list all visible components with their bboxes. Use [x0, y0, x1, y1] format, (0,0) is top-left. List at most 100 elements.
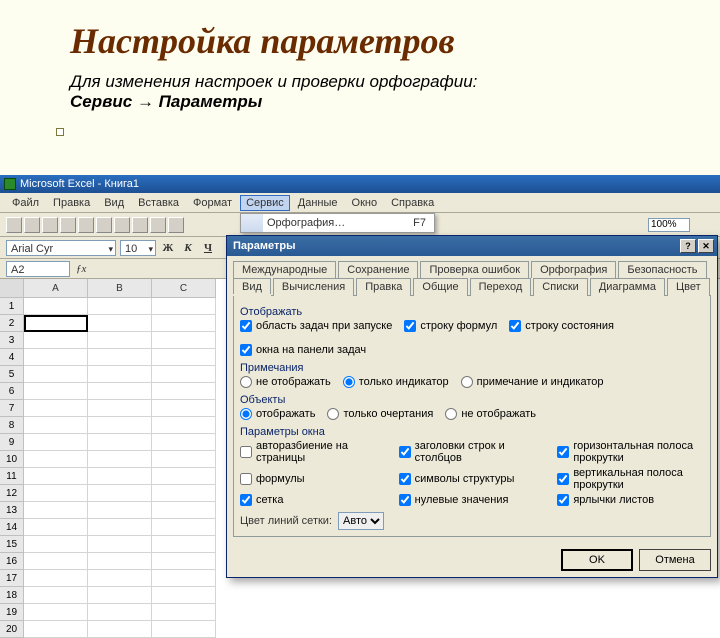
option[interactable]: строку состояния — [509, 320, 614, 332]
tab-row-top[interactable]: МеждународныеСохранениеПроверка ошибокОр… — [227, 256, 717, 277]
option[interactable]: примечание и индикатор — [461, 376, 604, 388]
dialog-titlebar[interactable]: Параметры ? ✕ — [227, 236, 717, 256]
option[interactable]: заголовки строк и столбцов — [399, 440, 546, 464]
font-combo[interactable]: Arial Cyr — [6, 240, 116, 256]
checkbox-input[interactable] — [240, 344, 252, 356]
tab-Списки[interactable]: Списки — [533, 278, 588, 296]
cell[interactable] — [24, 553, 88, 570]
bold-button[interactable]: Ж — [160, 242, 176, 254]
option[interactable]: символы структуры — [399, 467, 546, 491]
cell[interactable] — [24, 434, 88, 451]
cell[interactable] — [24, 485, 88, 502]
row-header[interactable]: 18 — [0, 587, 23, 604]
menu-правка[interactable]: Правка — [47, 195, 96, 211]
toolbar-icon[interactable] — [96, 217, 112, 233]
toolbar-icon[interactable] — [168, 217, 184, 233]
checkbox-input[interactable] — [399, 494, 411, 506]
menu-item-spelling[interactable]: Орфография… F7 — [241, 214, 434, 232]
row-header[interactable]: 11 — [0, 468, 23, 485]
radio-input[interactable] — [445, 408, 457, 420]
cell[interactable] — [88, 553, 152, 570]
row-header[interactable]: 3 — [0, 332, 23, 349]
cell[interactable] — [88, 298, 152, 315]
cell[interactable] — [88, 621, 152, 638]
cell[interactable] — [24, 383, 88, 400]
checkbox-input[interactable] — [557, 494, 569, 506]
toolbar-icon[interactable] — [24, 217, 40, 233]
option[interactable]: нулевые значения — [399, 494, 546, 506]
row-header[interactable]: 1 — [0, 298, 23, 315]
tab-Международные[interactable]: Международные — [233, 261, 336, 278]
cell[interactable] — [152, 383, 216, 400]
row-header[interactable]: 4 — [0, 349, 23, 366]
radio-input[interactable] — [461, 376, 473, 388]
row-header[interactable]: 10 — [0, 451, 23, 468]
close-icon[interactable]: ✕ — [698, 239, 714, 253]
cell[interactable] — [88, 485, 152, 502]
cell[interactable] — [24, 349, 88, 366]
menu-вставка[interactable]: Вставка — [132, 195, 185, 211]
checkbox-input[interactable] — [240, 320, 252, 332]
row-header[interactable]: 13 — [0, 502, 23, 519]
row-header[interactable]: 17 — [0, 570, 23, 587]
cell[interactable] — [88, 366, 152, 383]
tab-Цвет[interactable]: Цвет — [667, 278, 710, 296]
option[interactable]: не отображать — [445, 408, 536, 420]
cell[interactable] — [24, 536, 88, 553]
checkbox-input[interactable] — [557, 473, 569, 485]
cell[interactable] — [88, 468, 152, 485]
ok-button[interactable]: OK — [561, 549, 633, 571]
tab-row-bottom[interactable]: ВидВычисленияПравкаОбщиеПереходСпискиДиа… — [227, 277, 717, 295]
cell[interactable] — [24, 604, 88, 621]
cell[interactable] — [152, 536, 216, 553]
help-icon[interactable]: ? — [680, 239, 696, 253]
toolbar-icon[interactable] — [60, 217, 76, 233]
cell[interactable] — [24, 502, 88, 519]
cell[interactable] — [152, 519, 216, 536]
toolbar-icon[interactable] — [78, 217, 94, 233]
tab-Вычисления[interactable]: Вычисления — [273, 278, 354, 296]
option[interactable]: только индикатор — [343, 376, 449, 388]
row-header[interactable]: 14 — [0, 519, 23, 536]
cell[interactable] — [88, 519, 152, 536]
radio-input[interactable] — [240, 408, 252, 420]
menu-данные[interactable]: Данные — [292, 195, 344, 211]
cell[interactable] — [152, 468, 216, 485]
col-header[interactable]: C — [152, 279, 216, 298]
option[interactable]: горизонтальная полоса прокрутки — [557, 440, 704, 464]
toolbar-icon[interactable] — [150, 217, 166, 233]
checkbox-input[interactable] — [240, 494, 252, 506]
option[interactable]: вертикальная полоса прокрутки — [557, 467, 704, 491]
cell[interactable] — [152, 604, 216, 621]
cell[interactable] — [152, 621, 216, 638]
checkbox-input[interactable] — [240, 446, 252, 458]
row-header[interactable]: 16 — [0, 553, 23, 570]
option[interactable]: авторазбиение на страницы — [240, 440, 387, 464]
row-header[interactable]: 9 — [0, 434, 23, 451]
checkbox-input[interactable] — [404, 320, 416, 332]
cell[interactable] — [88, 502, 152, 519]
cell[interactable] — [24, 451, 88, 468]
checkbox-input[interactable] — [399, 446, 411, 458]
cell[interactable] — [88, 451, 152, 468]
cell[interactable] — [88, 587, 152, 604]
cell[interactable] — [88, 400, 152, 417]
option[interactable]: окна на панели задач — [240, 344, 366, 356]
cell[interactable] — [88, 434, 152, 451]
cell[interactable] — [152, 366, 216, 383]
toolbar-icon[interactable] — [42, 217, 58, 233]
tab-Переход[interactable]: Переход — [470, 278, 532, 296]
cancel-button[interactable]: Отмена — [639, 549, 711, 571]
row-header[interactable]: 20 — [0, 621, 23, 638]
checkbox-input[interactable] — [557, 446, 569, 458]
row-headers[interactable]: 1234567891011121314151617181920 — [0, 279, 24, 638]
service-menu-dropdown[interactable]: Орфография… F7 — [240, 213, 435, 233]
row-header[interactable]: 19 — [0, 604, 23, 621]
select-all-corner[interactable] — [0, 279, 23, 298]
underline-button[interactable]: Ч — [200, 242, 216, 254]
cell[interactable] — [24, 587, 88, 604]
cell[interactable] — [24, 468, 88, 485]
radio-input[interactable] — [327, 408, 339, 420]
cell[interactable] — [152, 451, 216, 468]
name-box[interactable]: A2 — [6, 261, 70, 277]
